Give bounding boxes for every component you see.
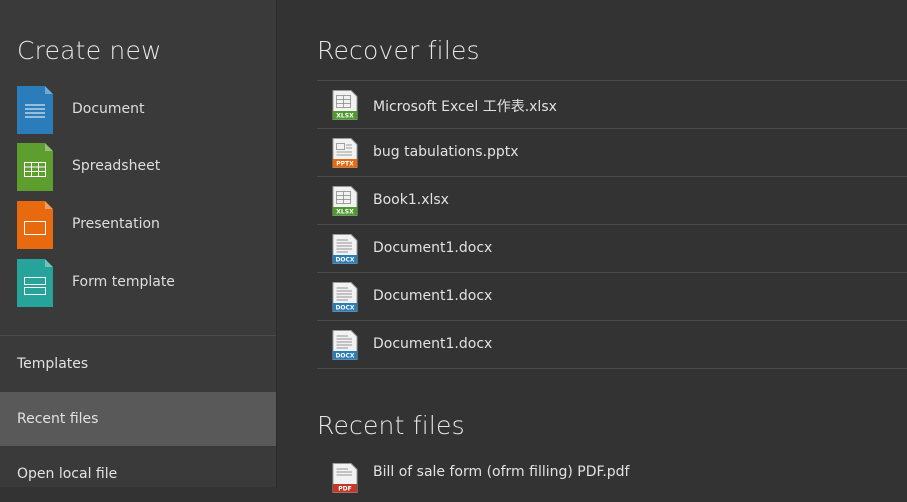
recover-file-row[interactable]: PPTX bug tabulations.pptx: [317, 128, 907, 176]
xlsx-file-icon: XLSX: [332, 90, 358, 120]
sidebar-item-recent-files[interactable]: Recent files: [0, 392, 276, 446]
sidebar: Create new Document Spreadsheet Presenta…: [0, 0, 277, 487]
recent-files-list: PDF Bill of sale form (ofrm filling) PDF…: [317, 455, 907, 502]
recover-files-list: XLSX Microsoft Excel 工作表.xlsx PPTX bug t…: [317, 80, 907, 369]
recent-files-title: Recent files: [317, 411, 465, 440]
docx-file-icon: DOCX: [332, 282, 358, 312]
recover-files-title: Recover files: [317, 36, 480, 65]
recover-file-row[interactable]: DOCX Document1.docx: [317, 320, 907, 369]
recent-file-row[interactable]: PDF Bill of sale form (ofrm filling) PDF…: [317, 455, 907, 502]
create-presentation-button[interactable]: Presentation: [17, 201, 257, 251]
presentation-icon: [17, 201, 53, 249]
recover-file-name: Microsoft Excel 工作表.xlsx: [373, 99, 557, 115]
svg-text:DOCX: DOCX: [335, 257, 354, 264]
document-icon: [17, 86, 53, 134]
create-form-template-label: Form template: [72, 274, 175, 290]
recover-file-name: Book1.xlsx: [373, 192, 449, 208]
main-panel: Recover files XLSX Microsoft Excel 工作表.x…: [277, 0, 907, 493]
svg-text:XLSX: XLSX: [336, 209, 354, 216]
sidebar-divider: [0, 335, 276, 336]
form-template-icon: [17, 259, 53, 307]
sidebar-item-open-local-file[interactable]: Open local file: [0, 447, 276, 501]
svg-text:PPTX: PPTX: [336, 161, 354, 168]
sidebar-item-label: Templates: [17, 356, 89, 372]
create-spreadsheet-label: Spreadsheet: [72, 158, 161, 174]
svg-text:DOCX: DOCX: [335, 353, 354, 360]
svg-text:XLSX: XLSX: [336, 113, 354, 120]
create-form-template-button[interactable]: Form template: [17, 259, 257, 309]
docx-file-icon: DOCX: [332, 234, 358, 264]
recent-file-name: Bill of sale form (ofrm filling) PDF.pdf: [373, 464, 630, 480]
pdf-file-icon: PDF: [332, 463, 358, 493]
recover-file-name: Document1.docx: [373, 240, 493, 256]
recover-file-row[interactable]: XLSX Book1.xlsx: [317, 176, 907, 224]
docx-file-icon: DOCX: [332, 330, 358, 360]
spreadsheet-icon: [17, 143, 53, 191]
xlsx-file-icon: XLSX: [332, 186, 358, 216]
recover-file-name: Document1.docx: [373, 288, 493, 304]
create-new-title: Create new: [17, 36, 162, 65]
recover-file-name: Document1.docx: [373, 336, 493, 352]
sidebar-item-label: Open local file: [17, 466, 118, 482]
recover-file-row[interactable]: XLSX Microsoft Excel 工作表.xlsx: [317, 80, 907, 128]
create-presentation-label: Presentation: [72, 216, 160, 232]
recover-file-row[interactable]: DOCX Document1.docx: [317, 272, 907, 320]
create-spreadsheet-button[interactable]: Spreadsheet: [17, 143, 257, 193]
create-document-button[interactable]: Document: [17, 86, 257, 136]
recover-file-row[interactable]: DOCX Document1.docx: [317, 224, 907, 272]
pptx-file-icon: PPTX: [332, 138, 358, 168]
create-document-label: Document: [72, 101, 145, 117]
sidebar-item-templates[interactable]: Templates: [0, 337, 276, 391]
sidebar-item-label: Recent files: [17, 411, 99, 427]
recover-file-name: bug tabulations.pptx: [373, 144, 519, 160]
svg-text:DOCX: DOCX: [335, 305, 354, 312]
